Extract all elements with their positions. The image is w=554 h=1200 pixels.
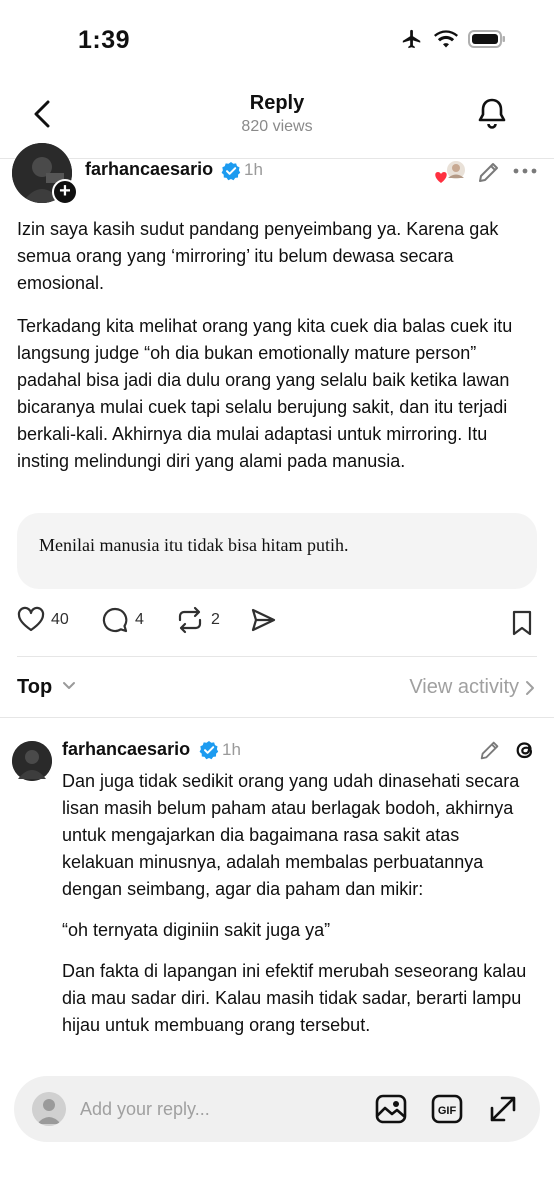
more-options-icon[interactable] bbox=[512, 161, 538, 181]
reply-avatar[interactable] bbox=[12, 741, 52, 781]
reply-time: 1h bbox=[222, 740, 241, 759]
expand-composer-button[interactable] bbox=[486, 1092, 520, 1131]
repost-count: 2 bbox=[211, 611, 220, 628]
view-count: 820 views bbox=[241, 118, 313, 135]
post-time: 1h bbox=[244, 160, 263, 179]
reply-composer: GIF bbox=[14, 1076, 540, 1142]
threads-logo-icon[interactable] bbox=[512, 737, 538, 763]
reply-username[interactable]: farhancaesario bbox=[62, 739, 190, 760]
chevron-down-icon[interactable] bbox=[61, 678, 77, 694]
post-username[interactable]: farhancaesario bbox=[85, 159, 213, 180]
pencil-icon[interactable] bbox=[476, 159, 502, 185]
liked-by-avatars[interactable] bbox=[432, 159, 468, 185]
repost-icon bbox=[178, 606, 202, 634]
share-button[interactable] bbox=[249, 606, 277, 634]
airplane-icon bbox=[402, 29, 421, 49]
divider bbox=[17, 656, 537, 657]
view-activity-link[interactable]: View activity bbox=[409, 676, 519, 699]
reply-paragraph: Dan juga tidak sedikit orang yang udah d… bbox=[62, 771, 520, 899]
follow-plus-button[interactable]: + bbox=[52, 179, 78, 205]
send-icon bbox=[251, 608, 276, 632]
heart-icon bbox=[435, 172, 447, 183]
notification-button[interactable] bbox=[472, 94, 512, 134]
battery-icon bbox=[468, 30, 505, 48]
status-time: 1:39 bbox=[78, 26, 131, 54]
post-header: + farhancaesario 1h bbox=[0, 143, 554, 207]
post-actions: 40 4 2 bbox=[17, 606, 537, 642]
post-body: Izin saya kasih sudut pandang penyeimban… bbox=[17, 216, 539, 491]
quote-card[interactable]: Menilai manusia itu tidak bisa hitam put… bbox=[17, 513, 537, 589]
comment-count: 4 bbox=[135, 611, 144, 628]
gif-button[interactable]: GIF bbox=[430, 1092, 464, 1131]
comment-button[interactable]: 4 bbox=[101, 606, 144, 634]
reply-body: Dan juga tidak sedikit orang yang udah d… bbox=[62, 768, 532, 1053]
sort-dropdown[interactable]: Top bbox=[17, 676, 52, 699]
page-title: Reply bbox=[249, 92, 305, 114]
reply-paragraph: Dan fakta di lapangan ini efektif meruba… bbox=[62, 961, 527, 1035]
expand-icon bbox=[490, 1096, 516, 1122]
gif-icon: GIF bbox=[431, 1094, 463, 1124]
reply-paragraph: “oh ternyata diginiin sakit juga ya” bbox=[62, 920, 331, 940]
like-count: 40 bbox=[51, 611, 69, 628]
attach-image-button[interactable] bbox=[374, 1092, 408, 1131]
pencil-icon[interactable] bbox=[478, 738, 502, 762]
post-paragraph: Terkadang kita melihat orang yang kita c… bbox=[17, 316, 513, 471]
verified-badge-icon bbox=[199, 741, 219, 760]
image-icon bbox=[375, 1094, 407, 1124]
svg-text:GIF: GIF bbox=[438, 1105, 457, 1117]
my-avatar bbox=[32, 1092, 66, 1126]
verified-badge-icon bbox=[221, 162, 241, 181]
nav-bar: Reply 820 views bbox=[0, 80, 554, 158]
repost-button[interactable]: 2 bbox=[175, 606, 220, 634]
post-paragraph: Izin saya kasih sudut pandang penyeimban… bbox=[17, 219, 499, 293]
quote-text: Menilai manusia itu tidak bisa hitam put… bbox=[39, 535, 349, 555]
sort-row: Top View activity bbox=[17, 670, 537, 706]
heart-outline-icon bbox=[17, 606, 45, 632]
status-icons bbox=[400, 28, 506, 50]
status-bar: 1:39 bbox=[0, 0, 554, 80]
chevron-right-icon[interactable] bbox=[523, 680, 537, 696]
reply-input[interactable] bbox=[80, 1096, 350, 1122]
like-button[interactable]: 40 bbox=[17, 606, 69, 634]
divider bbox=[0, 717, 554, 718]
comment-icon bbox=[102, 607, 128, 633]
bell-icon bbox=[478, 98, 506, 129]
bookmark-icon[interactable] bbox=[511, 610, 533, 636]
wifi-icon bbox=[434, 30, 458, 48]
